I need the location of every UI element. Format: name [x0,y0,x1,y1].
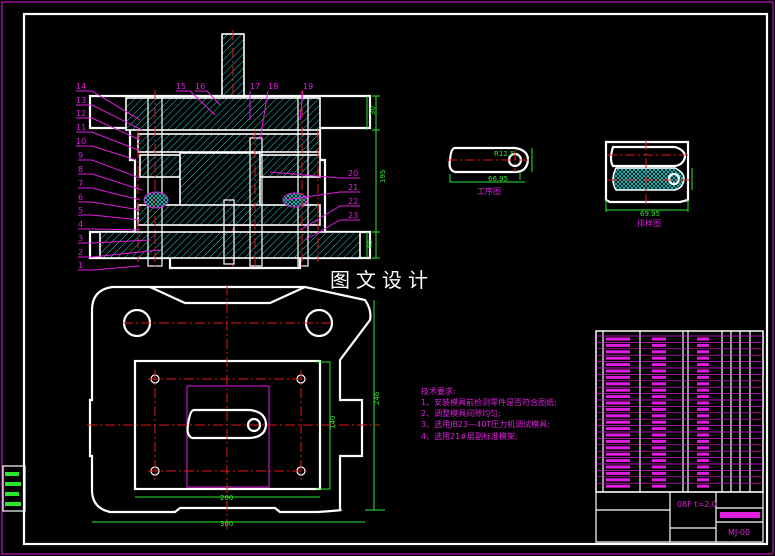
svg-text:22: 22 [348,197,358,206]
svg-text:4: 4 [78,220,83,229]
layout-view-title: 排样图 [637,218,661,228]
svg-text:6: 6 [78,193,83,202]
svg-text:21: 21 [348,183,358,192]
svg-text:18: 18 [268,82,278,91]
svg-text:9: 9 [78,151,83,160]
svg-text:15: 15 [176,82,186,91]
svg-text:40: 40 [366,240,374,249]
svg-text:66.95: 66.95 [488,175,508,183]
svg-text:3: 3 [78,234,83,243]
svg-text:1、安装模具前检测零件是否符合图纸;: 1、安装模具前检测零件是否符合图纸; [421,397,557,407]
svg-text:140: 140 [329,416,337,429]
section-view [88,30,372,270]
svg-text:14: 14 [76,82,86,91]
svg-text:2: 2 [78,248,83,257]
svg-text:4、选用21#层副标准模架;: 4、选用21#层副标准模架; [421,431,518,441]
svg-text:8: 8 [78,165,83,174]
svg-text:2、调整模具间隙均匀;: 2、调整模具间隙均匀; [421,408,501,418]
cad-drawing: 14 13 12 11 10 9 8 7 6 5 4 3 2 1 15 16 1… [1,1,774,555]
bom-table [595,330,764,493]
tech-requirements: 技术要求: 1、安装模具前检测零件是否符合图纸; 2、调整模具间隙均匀; 3、选… [421,386,557,441]
svg-text:246: 246 [373,391,381,405]
left-legend [2,465,26,512]
svg-text:12: 12 [76,109,86,118]
svg-text:69.95: 69.95 [640,210,660,218]
svg-text:5: 5 [78,206,83,215]
svg-text:17: 17 [250,82,260,91]
material-spec: 08F t=2.0 [677,500,717,509]
svg-text:195: 195 [379,170,387,183]
svg-text:200: 200 [220,494,233,502]
svg-text:10: 10 [76,137,86,146]
svg-text:300: 300 [220,520,233,528]
svg-text:技术要求:: 技术要求: [421,386,456,396]
svg-text:1: 1 [78,261,83,270]
svg-text:R12.5: R12.5 [494,150,514,158]
svg-text:19: 19 [303,82,313,91]
process-view-title: 工序图 [477,186,501,196]
svg-text:11: 11 [76,123,86,132]
svg-text:13: 13 [76,96,86,105]
watermark-text: 图文设计 [330,268,434,292]
svg-text:7: 7 [78,179,83,188]
plan-view: 140 200 300 246 [87,285,385,530]
drawing-number: MJ-00 [728,528,750,537]
process-view: 66.95 R12.5 工序图 [447,146,533,196]
svg-text:3、选用JB23—40T压力机调试模具;: 3、选用JB23—40T压力机调试模具; [421,419,550,429]
svg-text:20: 20 [348,169,358,178]
svg-text:23: 23 [348,211,358,220]
svg-text:30: 30 [369,106,377,115]
svg-text:16: 16 [195,82,205,91]
layout-view: 69.95 排样图 [604,140,693,228]
title-block: 08F t=2.0 MJ-00 [595,491,764,543]
